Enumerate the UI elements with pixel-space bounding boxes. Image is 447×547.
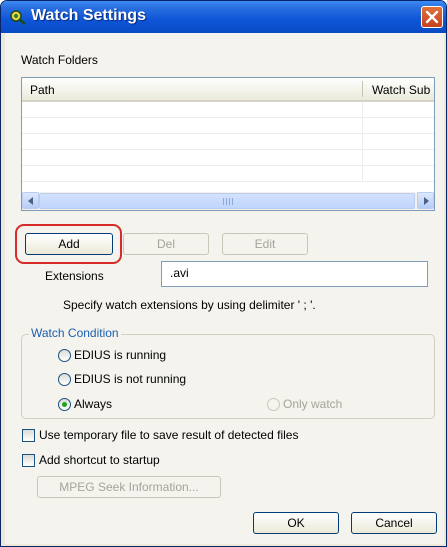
startup-checkbox[interactable] [22,454,35,467]
ok-button[interactable]: OK [253,512,339,534]
list-row[interactable] [22,166,434,182]
arrow-left-icon [28,197,33,205]
mpeg-seek-info-button[interactable]: MPEG Seek Information... [37,476,221,498]
watch-settings-dialog: Watch Settings Watch Folders Path Watch … [0,0,447,547]
close-button[interactable] [421,6,443,28]
scroll-left-button[interactable] [22,192,39,209]
add-button-highlight [15,224,122,264]
scroll-right-button[interactable] [417,192,434,209]
temp-file-checkbox[interactable] [22,429,35,442]
arrow-right-icon [424,197,429,205]
watch-condition-legend: Watch Condition [29,326,121,340]
list-row[interactable] [22,134,434,150]
radio-only-watch[interactable] [267,398,280,411]
title-bar: Watch Settings [1,1,446,33]
del-button[interactable]: Del [123,233,209,255]
extensions-label: Extensions [45,269,104,283]
extensions-input[interactable]: .avi [161,261,428,287]
watch-folders-list[interactable]: Path Watch Sub [21,77,435,211]
radio-always[interactable] [58,398,71,411]
close-icon [425,10,439,24]
extensions-hint: Specify watch extensions by using delimi… [63,298,316,312]
radio-label-edius-not-running[interactable]: EDIUS is not running [74,372,186,386]
list-row[interactable] [22,118,434,134]
column-header-watch-sub[interactable]: Watch Sub [372,83,430,97]
list-row[interactable] [22,102,434,118]
list-row[interactable] [22,150,434,166]
watch-folders-label: Watch Folders [21,53,98,67]
grip-icon [223,198,233,205]
window-title: Watch Settings [31,7,146,24]
list-header: Path Watch Sub [22,78,434,102]
cancel-button[interactable]: Cancel [351,512,437,534]
radio-label-always[interactable]: Always [74,397,112,411]
edit-button[interactable]: Edit [222,233,308,255]
radio-label-edius-running[interactable]: EDIUS is running [74,348,166,362]
column-divider[interactable] [362,81,363,97]
column-header-path[interactable]: Path [30,83,55,97]
scroll-thumb[interactable] [39,193,415,209]
radio-edius-not-running[interactable] [58,373,71,386]
horizontal-scrollbar[interactable] [22,192,434,210]
radio-edius-running[interactable] [58,349,71,362]
temp-file-label[interactable]: Use temporary file to save result of det… [39,428,298,442]
startup-label[interactable]: Add shortcut to startup [39,453,160,467]
app-icon [10,10,26,25]
radio-label-only-watch[interactable]: Only watch [283,397,342,411]
